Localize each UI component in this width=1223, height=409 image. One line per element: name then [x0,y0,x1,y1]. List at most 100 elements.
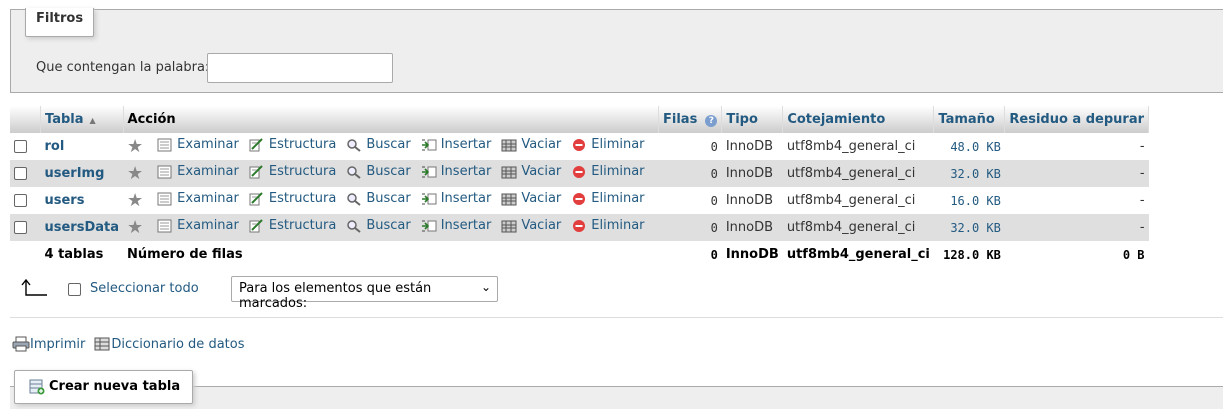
header-filas-label[interactable]: Filas [663,112,697,127]
action-insertar-link[interactable]: Insertar [421,164,491,179]
bulk-action-select[interactable]: Para los elementos que están marcados: ⌄ [231,276,498,311]
action-buscar-link[interactable]: Buscar [346,218,411,233]
action-buscar-link[interactable]: Buscar [346,191,411,207]
header-tabla-label[interactable]: Tabla [45,112,84,127]
action-eliminar-link[interactable]: Eliminar [571,164,645,179]
action-examinar-link[interactable]: Examinar [157,191,239,206]
print-label: Imprimir [30,336,86,352]
action-eliminar-link[interactable]: Eliminar [571,191,645,206]
favorite-star-icon[interactable]: ★ [127,217,143,238]
browse-icon [157,138,172,152]
filters-fieldset: Filtros Que contengan la palabra: [10,8,1223,93]
data-dictionary-link[interactable]: Diccionario de datos [93,336,244,352]
insert-icon [421,193,437,205]
row-count: 0 [658,133,722,160]
footer-type: InnoDB [721,241,783,268]
table-name-link[interactable]: users [45,193,85,208]
empty-table-icon [501,139,517,152]
action-examinar-label: Examinar [177,191,239,207]
header-tabla[interactable]: Tabla ▲ [40,106,124,133]
action-insertar-link[interactable]: Insertar [421,191,492,207]
structure-icon [249,138,263,152]
arrow-up-left-icon [21,278,47,296]
table-name-link[interactable]: userImg [45,166,105,181]
row-collation: utf8mb4_general_ci [782,214,934,241]
action-estructura-label: Estructura [268,191,337,207]
header-tamano[interactable]: Tamaño [933,106,1006,133]
footer-overhead: 0 B [1004,241,1149,268]
search-icon [347,220,361,233]
action-buscar-label: Buscar [366,164,411,180]
action-estructura-label: Estructura [268,164,337,180]
action-insertar-label: Insertar [440,191,492,207]
row-size[interactable]: 32.0 KB [933,160,1005,187]
table-name-link[interactable]: rol [45,139,65,154]
table-name-link[interactable]: usersData [45,220,120,235]
action-examinar-link[interactable]: Examinar [157,218,239,233]
action-estructura-link[interactable]: Estructura [249,137,336,152]
action-vaciar-link[interactable]: Vaciar [501,218,561,233]
action-examinar-link[interactable]: Examinar [157,137,239,152]
chevron-down-icon: ⌄ [480,280,491,294]
action-buscar-label: Buscar [366,191,411,207]
create-table-button[interactable]: Crear nueva tabla [14,370,194,404]
row-actions: ★ Examinar Estructura Buscar Insertar Vaciar E… [123,187,659,214]
help-icon[interactable]: ? [705,115,718,127]
header-tamano-label[interactable]: Tamaño [938,112,994,127]
browse-icon [157,165,172,179]
action-estructura-link[interactable]: Estructura [249,218,336,233]
filter-input[interactable] [207,53,393,83]
action-estructura-link[interactable]: Estructura [249,164,336,179]
row-checkbox[interactable] [14,194,27,207]
favorite-star-icon[interactable]: ★ [127,163,143,184]
action-estructura-link[interactable]: Estructura [249,191,336,206]
action-buscar-link[interactable]: Buscar [346,137,411,152]
table-row: users ★ Examinar Estructura Buscar Insertar Va… [10,187,1149,214]
header-tipo-label[interactable]: Tipo [726,112,758,127]
row-size[interactable]: 16.0 KB [933,187,1005,214]
header-cotejamiento[interactable]: Cotejamiento [782,106,935,133]
create-table-label: Crear nueva tabla [49,379,181,394]
header-residuo-label[interactable]: Residuo a depurar [1009,112,1144,127]
row-collation: utf8mb4_general_ci [782,160,934,187]
action-insertar-link[interactable]: Insertar [421,137,491,152]
print-link[interactable]: Imprimir [12,336,85,352]
insert-icon [421,220,437,232]
action-insertar-link[interactable]: Insertar [421,218,492,234]
action-vaciar-link[interactable]: Vaciar [501,164,561,179]
header-accion-label: Acción [127,112,176,127]
action-examinar-label: Examinar [177,137,239,153]
action-estructura-label: Estructura [268,218,337,234]
action-vaciar-label: Vaciar [521,164,562,180]
header-cotejamiento-label[interactable]: Cotejamiento [787,112,885,127]
action-vaciar-link[interactable]: Vaciar [501,137,561,152]
action-insertar-label: Insertar [440,218,492,234]
action-vaciar-label: Vaciar [521,137,562,153]
action-eliminar-link[interactable]: Eliminar [571,218,645,233]
row-checkbox[interactable] [14,221,27,234]
select-all-checkbox[interactable] [68,283,81,296]
row-actions: ★ Examinar Estructura Buscar Insertar Vaciar E… [123,160,659,187]
table-header-row: Tabla ▲ Acción Filas? Tipo Cotejamiento T… [10,106,1150,133]
favorite-star-icon[interactable]: ★ [127,190,143,211]
row-checkbox[interactable] [14,140,27,153]
action-examinar-label: Examinar [177,218,239,234]
row-collation: utf8mb4_general_ci [782,133,934,160]
header-tipo[interactable]: Tipo [721,106,784,133]
header-filas[interactable]: Filas? [658,106,723,133]
row-checkbox[interactable] [14,167,27,180]
new-table-icon [29,379,45,395]
table-row: usersData ★ Examinar Estructura Buscar Insert… [10,214,1149,241]
action-eliminar-label: Eliminar [591,137,645,153]
header-residuo[interactable]: Residuo a depurar [1004,106,1150,133]
table-row: userImg ★ Examinar Estructura Buscar Insertar… [10,160,1149,187]
browse-icon [157,192,172,206]
action-eliminar-link[interactable]: Eliminar [571,137,645,153]
row-size[interactable]: 32.0 KB [933,214,1005,241]
action-vaciar-link[interactable]: Vaciar [501,191,561,206]
action-buscar-link[interactable]: Buscar [346,164,411,180]
row-size[interactable]: 48.0 KB [933,133,1005,160]
select-all-link[interactable]: Seleccionar todo [90,281,199,296]
action-examinar-link[interactable]: Examinar [157,164,239,179]
favorite-star-icon[interactable]: ★ [127,136,143,157]
